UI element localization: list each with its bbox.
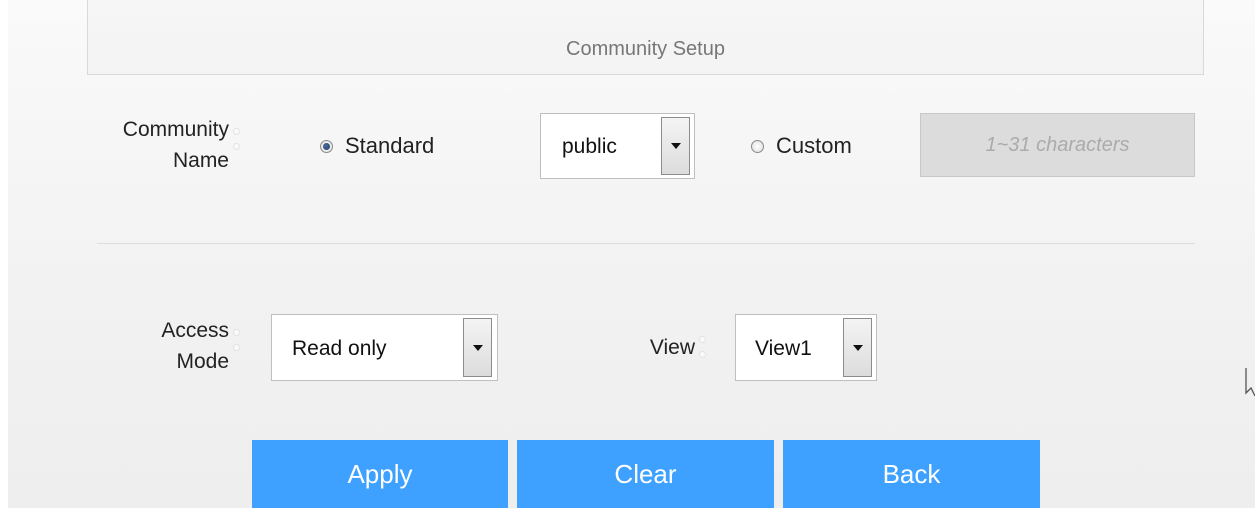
access-mode-value: Read only xyxy=(292,337,387,360)
clear-button[interactable]: Clear xyxy=(517,440,774,508)
chevron-down-icon[interactable] xyxy=(463,318,492,377)
view-select[interactable]: View1 xyxy=(735,314,877,381)
access-mode-label: Access Mode xyxy=(120,315,229,377)
back-button[interactable]: Back xyxy=(783,440,1040,508)
standard-radio-option[interactable]: Standard xyxy=(320,133,434,159)
community-setup-panel xyxy=(8,0,1255,508)
apply-button[interactable]: Apply xyxy=(252,440,508,508)
access-mode-select[interactable]: Read only xyxy=(271,314,498,381)
section-title: Community Setup xyxy=(566,38,725,60)
custom-radio-button[interactable] xyxy=(751,139,764,153)
label-separator-dots xyxy=(233,323,241,359)
standard-radio-button[interactable] xyxy=(320,139,333,153)
community-name-label: Community Name xyxy=(90,114,229,176)
standard-community-value: public xyxy=(562,135,617,158)
section-divider xyxy=(97,243,1195,244)
chevron-down-icon[interactable] xyxy=(661,117,690,175)
standard-community-select[interactable]: public xyxy=(540,113,695,179)
custom-radio-label[interactable]: Custom xyxy=(776,133,852,159)
access-mode-label-line2: Mode xyxy=(176,350,229,373)
section-header: Community Setup xyxy=(87,0,1204,75)
custom-radio-option[interactable]: Custom xyxy=(751,133,852,159)
label-separator-dots xyxy=(233,122,241,158)
view-label: View xyxy=(649,336,695,359)
view-value: View1 xyxy=(755,337,812,360)
standard-radio-label[interactable]: Standard xyxy=(345,133,434,159)
access-mode-label-line1: Access xyxy=(161,319,229,342)
community-name-label-line1: Community xyxy=(122,118,229,141)
chevron-down-icon[interactable] xyxy=(843,318,872,377)
custom-community-input[interactable] xyxy=(920,113,1195,177)
community-name-label-line2: Name xyxy=(172,149,229,172)
mouse-cursor-icon xyxy=(1245,368,1255,397)
label-separator-dots xyxy=(699,330,707,366)
